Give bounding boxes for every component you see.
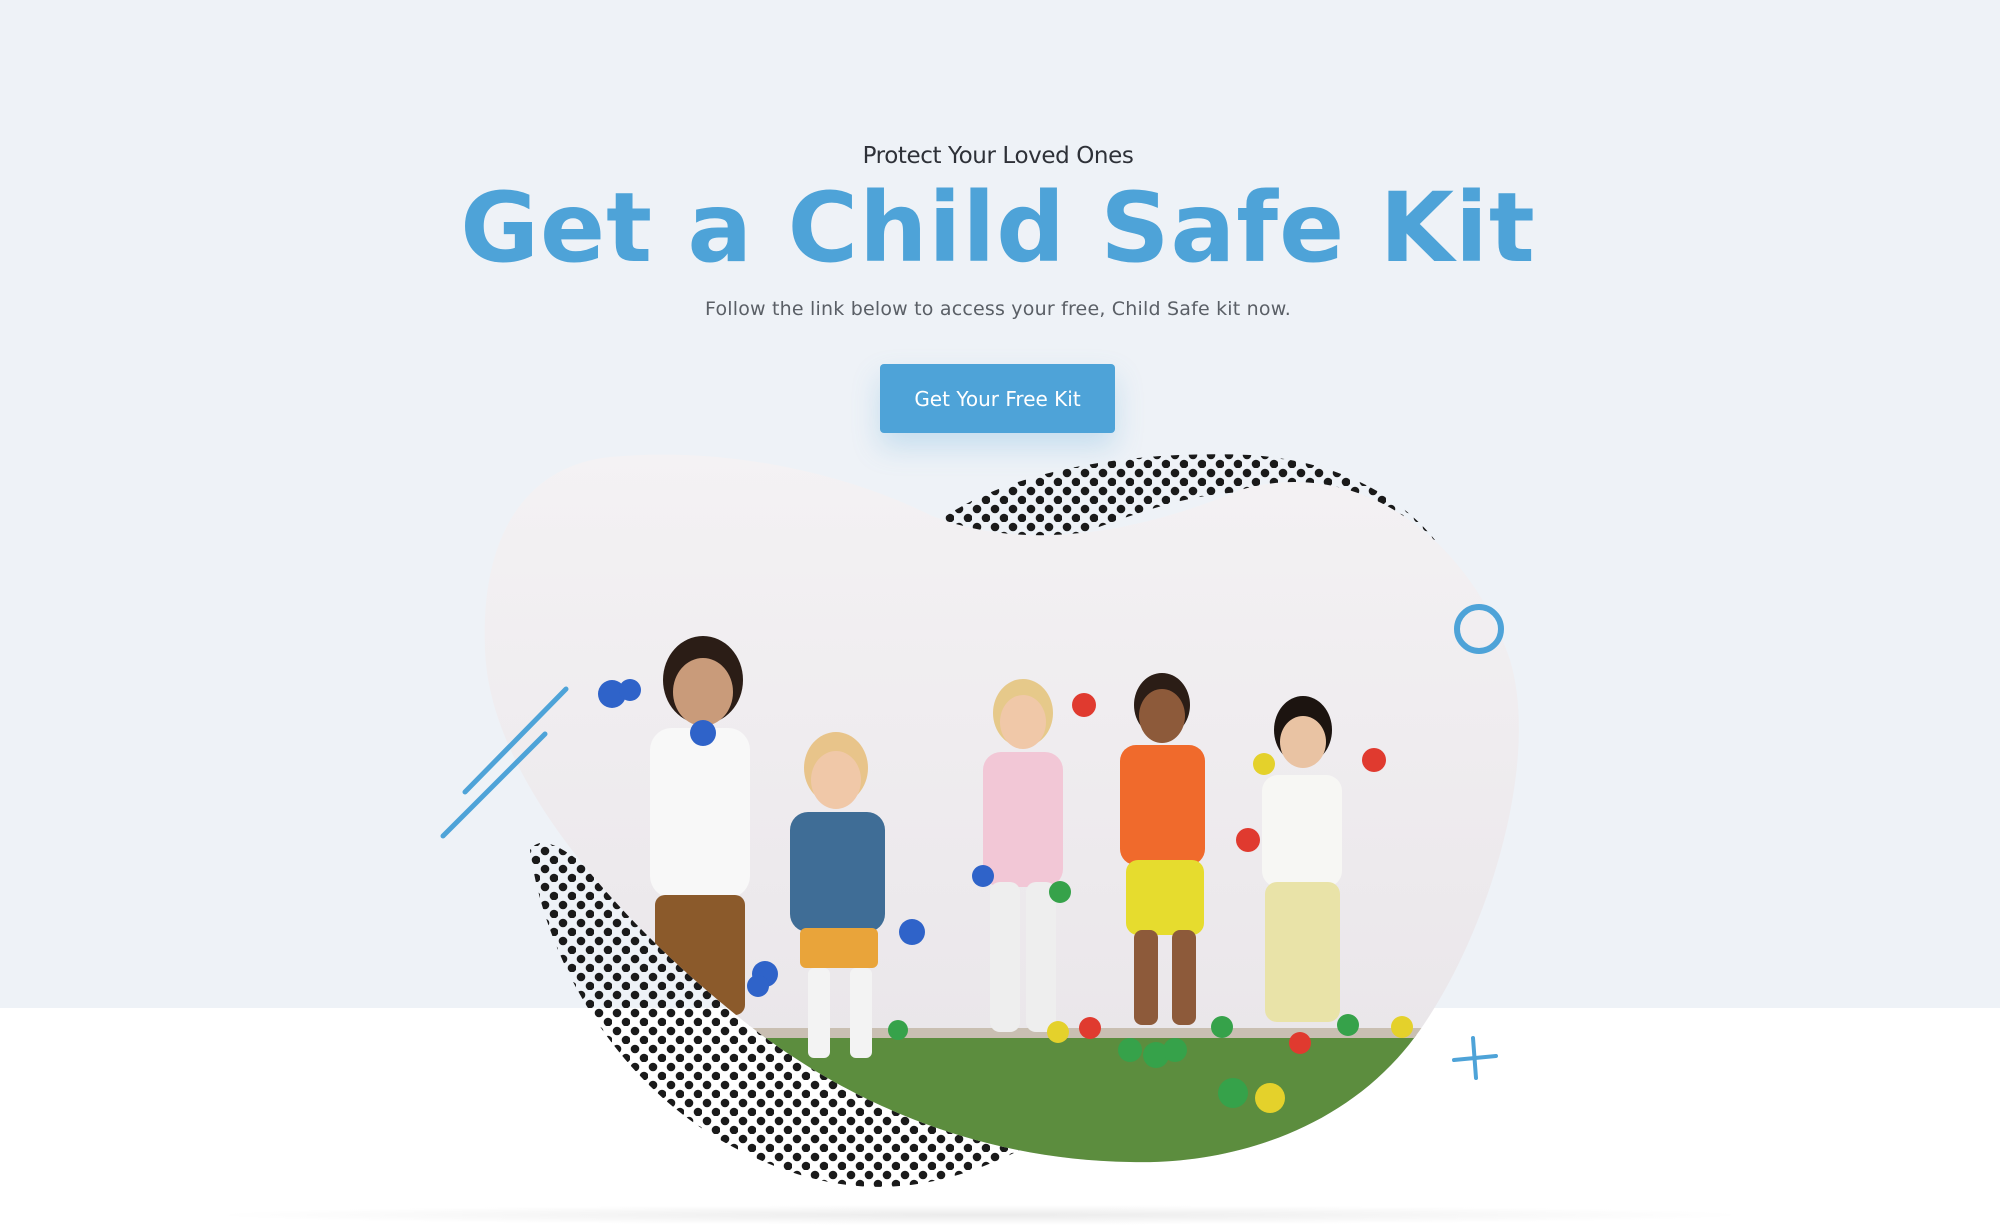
- section-divider-shadow: [200, 1205, 1760, 1225]
- plus-icon: [1452, 1036, 1498, 1080]
- hero-illustration: [440, 454, 1519, 1187]
